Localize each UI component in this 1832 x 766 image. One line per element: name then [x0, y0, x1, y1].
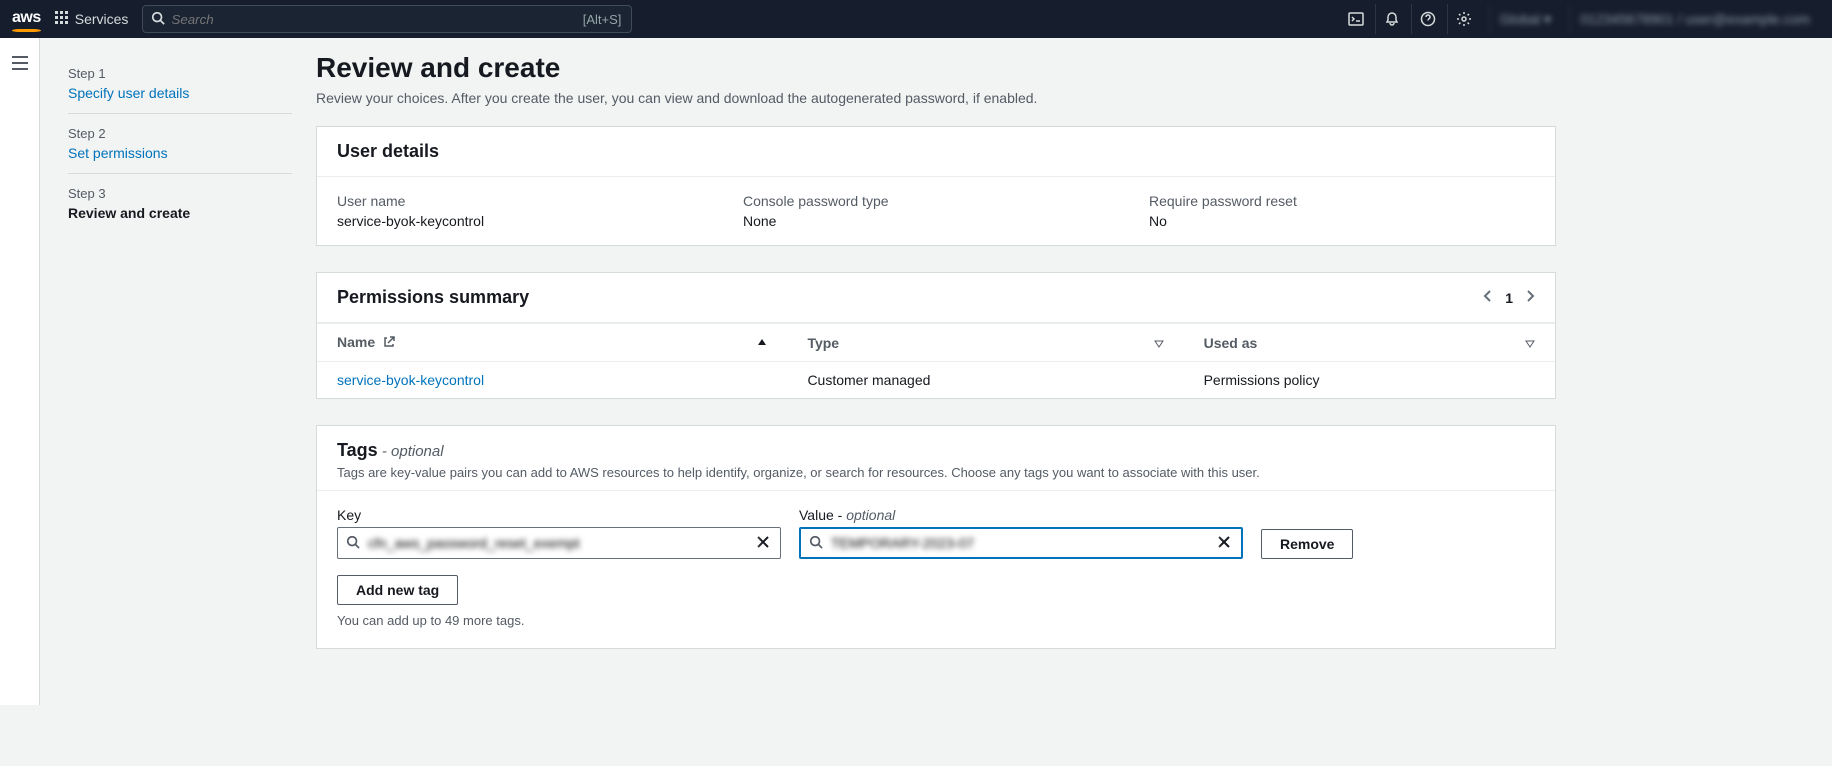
search-icon — [346, 535, 362, 552]
policy-used-as: Permissions policy — [1184, 362, 1555, 399]
step-label: Step 3 — [68, 186, 292, 201]
wizard-step-3: Step 3 Review and create — [68, 174, 292, 233]
set-permissions-link[interactable]: Set permissions — [68, 145, 168, 161]
search-shortcut: [Alt+S] — [583, 12, 622, 27]
tag-value-input-wrap[interactable] — [799, 527, 1243, 559]
tag-key-input[interactable] — [362, 535, 756, 551]
wizard-step-2: Step 2 Set permissions — [68, 114, 292, 174]
col-name[interactable]: Name — [317, 324, 787, 362]
wizard-step-1: Step 1 Specify user details — [68, 54, 292, 114]
step-label: Step 1 — [68, 66, 292, 81]
user-details-panel: User details User name service-byok-keyc… — [316, 126, 1556, 246]
bell-icon[interactable] — [1375, 4, 1409, 34]
top-nav: aws Services [Alt+S] Global ▾ 0123456789… — [0, 0, 1832, 38]
table-row: service-byok-keycontrol Customer managed… — [317, 362, 1555, 399]
main-content: Review and create Review your choices. A… — [316, 38, 1576, 705]
tag-key-column: Key — [337, 507, 781, 559]
detail-console-password: Console password type None — [743, 193, 1129, 229]
remove-tag-button[interactable]: Remove — [1261, 529, 1353, 559]
services-label: Services — [75, 11, 129, 27]
help-icon[interactable] — [1411, 4, 1445, 34]
permissions-panel: Permissions summary 1 Name — [316, 272, 1556, 399]
pager-prev-icon[interactable] — [1483, 289, 1493, 306]
tag-key-input-wrap[interactable] — [337, 527, 781, 559]
global-search[interactable]: [Alt+S] — [142, 5, 632, 33]
tag-value-input[interactable] — [825, 535, 1217, 551]
tag-value-column: Value - optional — [799, 507, 1243, 559]
col-used-as[interactable]: Used as — [1184, 324, 1555, 362]
gear-icon[interactable] — [1447, 4, 1481, 34]
search-icon — [809, 535, 825, 552]
sort-icon[interactable] — [1154, 335, 1164, 351]
tag-key-label: Key — [337, 507, 781, 523]
sort-icon[interactable] — [1525, 335, 1535, 351]
add-tag-button[interactable]: Add new tag — [337, 575, 458, 605]
grid-icon — [55, 11, 69, 28]
page-number: 1 — [1505, 290, 1513, 306]
step-label: Step 2 — [68, 126, 292, 141]
side-rail — [0, 38, 40, 705]
tag-remove-col: Remove — [1261, 529, 1353, 559]
external-link-icon — [383, 335, 395, 351]
aws-logo[interactable]: aws — [12, 9, 41, 30]
permissions-heading: Permissions summary — [337, 287, 529, 308]
policy-type: Customer managed — [787, 362, 1183, 399]
pager: 1 — [1483, 289, 1535, 306]
hamburger-icon[interactable] — [11, 56, 29, 705]
tags-desc: Tags are key-value pairs you can add to … — [337, 465, 1535, 480]
nav-icons — [1339, 4, 1481, 34]
tags-panel: Tags - optional Tags are key-value pairs… — [316, 425, 1556, 649]
policy-link[interactable]: service-byok-keycontrol — [337, 372, 484, 388]
clear-icon[interactable] — [756, 535, 772, 552]
tags-hint: You can add up to 49 more tags. — [337, 613, 1535, 628]
sort-asc-icon[interactable] — [757, 335, 767, 351]
col-type[interactable]: Type — [787, 324, 1183, 362]
specify-user-details-link[interactable]: Specify user details — [68, 85, 189, 101]
services-menu[interactable]: Services — [49, 7, 135, 32]
search-input[interactable] — [165, 12, 623, 27]
page-subtitle: Review your choices. After you create th… — [316, 90, 1556, 106]
detail-username: User name service-byok-keycontrol — [337, 193, 723, 229]
page-title: Review and create — [316, 52, 1556, 84]
clear-icon[interactable] — [1217, 535, 1233, 552]
tags-heading: Tags - optional — [337, 440, 444, 460]
cloudshell-icon[interactable] — [1339, 4, 1373, 34]
pager-next-icon[interactable] — [1525, 289, 1535, 306]
review-create-label: Review and create — [68, 205, 292, 221]
tag-value-label: Value - optional — [799, 507, 1243, 523]
user-details-heading: User details — [337, 141, 439, 162]
permissions-table: Name Type — [317, 323, 1555, 398]
detail-require-reset: Require password reset No — [1149, 193, 1535, 229]
search-icon — [151, 11, 165, 28]
region-selector[interactable]: Global ▾ — [1489, 4, 1561, 34]
account-menu[interactable]: 012345678901 / user@example.com — [1569, 4, 1820, 34]
wizard-nav: Step 1 Specify user details Step 2 Set p… — [40, 38, 316, 705]
